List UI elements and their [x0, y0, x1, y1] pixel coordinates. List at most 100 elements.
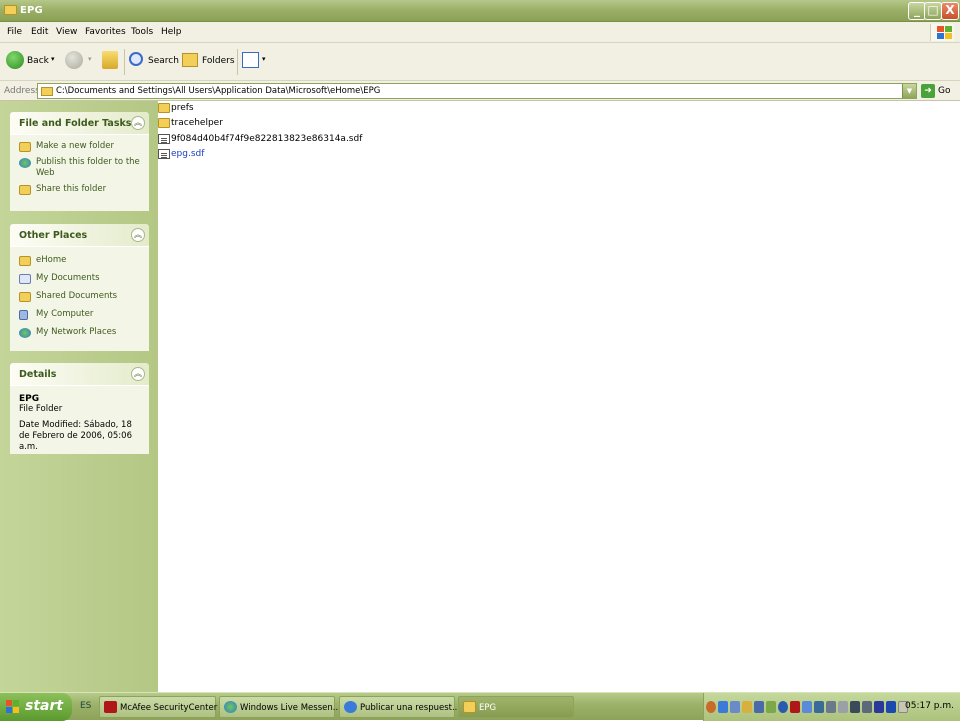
tray-app-icon[interactable]	[886, 701, 896, 713]
mcafee-icon	[104, 701, 117, 713]
tray-app-icon[interactable]	[778, 701, 788, 713]
toolbar: Back ▾ ▾ Search Folders ▾	[0, 43, 960, 81]
up-folder-icon	[102, 51, 118, 69]
new-folder-icon	[19, 142, 31, 152]
toolbar-separator	[237, 49, 238, 75]
tray-app-icon[interactable]	[874, 701, 884, 713]
menu-view[interactable]: View	[56, 27, 77, 37]
maximize-button[interactable]: □	[924, 2, 942, 20]
file-folder-tasks-panel: File and Folder Tasks ︽ Make a new folde…	[10, 112, 149, 211]
tray-app-icon[interactable]	[838, 701, 848, 713]
folder-icon	[19, 256, 31, 266]
views-button[interactable]: ▾	[242, 51, 268, 73]
panel-header[interactable]: File and Folder Tasks ︽	[10, 112, 149, 134]
collapse-icon[interactable]: ︽	[131, 228, 145, 242]
menu-tools[interactable]: Tools	[131, 27, 153, 37]
window-title: EPG	[20, 5, 43, 16]
taskbar-button-label: Publicar una respuest...	[360, 703, 461, 713]
menu-favorites[interactable]: Favorites	[85, 27, 126, 37]
my-documents-icon	[19, 274, 31, 284]
forward-arrow-icon	[65, 51, 83, 69]
chevron-down-icon: ▾	[51, 55, 55, 63]
tray-app-icon[interactable]	[730, 701, 740, 713]
search-button[interactable]: Search	[129, 51, 179, 73]
tray-app-icon[interactable]	[826, 701, 836, 713]
place-label: My Computer	[36, 309, 94, 319]
folder-icon	[41, 87, 53, 96]
place-my-network-places[interactable]: My Network Places	[19, 327, 143, 338]
task-make-new-folder[interactable]: Make a new folder	[19, 141, 143, 152]
folder-icon	[463, 701, 476, 713]
tray-expand-icon[interactable]	[706, 701, 716, 713]
panel-body: Make a new folder Publish this folder to…	[10, 134, 149, 211]
messenger-icon	[224, 701, 237, 713]
tray-mcafee-icon[interactable]	[790, 701, 800, 713]
task-label: Make a new folder	[36, 141, 114, 151]
taskbar-button-browser[interactable]: Publicar una respuest...	[339, 696, 460, 718]
taskbar-button-messenger[interactable]: Windows Live Messen...	[219, 696, 341, 718]
windows-logo-icon	[930, 24, 954, 41]
clock[interactable]: 05:17 p.m.	[905, 701, 954, 711]
go-label: Go	[938, 86, 951, 96]
task-share-folder[interactable]: Share this folder	[19, 184, 143, 195]
share-folder-icon	[19, 185, 31, 195]
task-publish-folder[interactable]: Publish this folder to the Web	[19, 157, 143, 179]
internet-explorer-icon	[344, 701, 357, 713]
menu-file[interactable]: File	[7, 27, 22, 37]
tray-app-icon[interactable]	[754, 701, 764, 713]
details-type: File Folder	[19, 404, 63, 414]
up-folder-button[interactable]	[101, 51, 121, 73]
shared-folder-icon	[19, 292, 31, 302]
chevron-down-icon: ▾	[262, 55, 266, 63]
panel-title: Details	[19, 369, 57, 380]
place-ehome[interactable]: eHome	[19, 255, 143, 266]
address-input[interactable]: C:\Documents and Settings\All Users\Appl…	[37, 83, 917, 99]
menu-help[interactable]: Help	[161, 27, 182, 37]
panel-header[interactable]: Details ︽	[10, 363, 149, 385]
task-label: Share this folder	[36, 184, 107, 194]
place-my-computer[interactable]: My Computer	[19, 309, 143, 320]
publish-web-icon	[19, 158, 31, 168]
other-places-panel: Other Places ︽ eHome My Documents Shared…	[10, 224, 149, 351]
folder-icon	[158, 118, 170, 128]
address-value: C:\Documents and Settings\All Users\Appl…	[56, 86, 381, 96]
collapse-icon[interactable]: ︽	[131, 116, 145, 130]
folders-label: Folders	[202, 56, 235, 66]
place-shared-documents[interactable]: Shared Documents	[19, 291, 143, 302]
system-tray: 05:17 p.m.	[703, 693, 960, 721]
back-button[interactable]: Back ▾	[6, 51, 60, 73]
folders-icon	[182, 53, 198, 67]
search-label: Search	[148, 56, 179, 66]
tray-app-icon[interactable]	[814, 701, 824, 713]
place-label: Shared Documents	[36, 291, 118, 301]
tray-app-icon[interactable]	[850, 701, 860, 713]
collapse-icon[interactable]: ︽	[131, 367, 145, 381]
tray-messenger-icon[interactable]	[802, 701, 812, 713]
close-button[interactable]: X	[941, 2, 959, 20]
menu-bar: File Edit View Favorites Tools Help	[0, 22, 960, 43]
menu-edit[interactable]: Edit	[31, 27, 48, 37]
tray-app-icon[interactable]	[862, 701, 872, 713]
taskbar-button-epg[interactable]: EPG	[458, 696, 574, 718]
tray-app-icon[interactable]	[742, 701, 752, 713]
file-name: tracehelper	[171, 118, 223, 128]
panel-header[interactable]: Other Places ︽	[10, 224, 149, 246]
tray-network-icon[interactable]	[718, 701, 728, 713]
tray-app-icon[interactable]	[766, 701, 776, 713]
place-my-documents[interactable]: My Documents	[19, 273, 143, 284]
folder-icon	[158, 103, 170, 113]
folders-button[interactable]: Folders	[182, 51, 235, 73]
address-dropdown-button[interactable]: ▼	[902, 84, 916, 98]
taskbar-button-label: McAfee SecurityCenter	[120, 703, 218, 713]
forward-button[interactable]: ▾	[65, 51, 95, 73]
file-icon	[158, 134, 170, 144]
details-name: EPG	[19, 394, 40, 404]
toolbar-separator	[124, 49, 125, 75]
title-bar[interactable]: EPG _ □ X	[0, 0, 960, 22]
place-label: My Network Places	[36, 327, 117, 337]
start-button[interactable]: start	[0, 693, 72, 721]
language-indicator[interactable]: ES	[80, 701, 91, 711]
file-icon	[158, 149, 170, 159]
taskbar-button-mcafee[interactable]: McAfee SecurityCenter	[99, 696, 218, 718]
task-label: Publish this folder to the Web	[36, 157, 140, 178]
